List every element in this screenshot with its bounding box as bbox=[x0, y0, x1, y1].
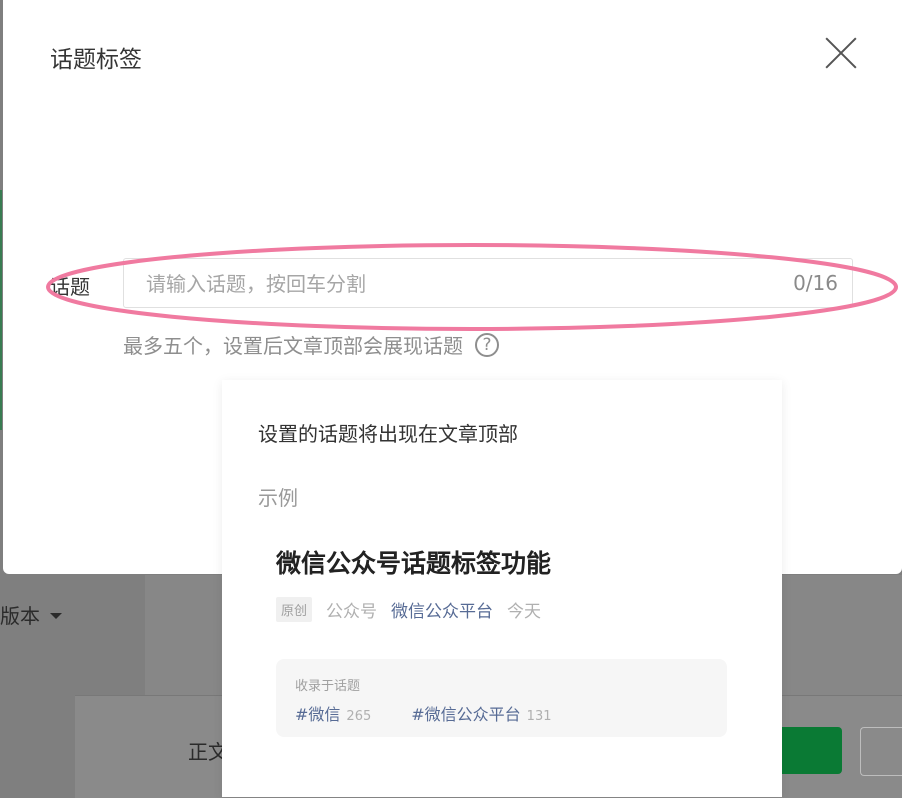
popover-title: 设置的话题将出现在文章顶部 bbox=[258, 422, 518, 446]
example-article-meta: 原创 公众号 微信公众平台 今天 bbox=[276, 597, 541, 622]
close-icon[interactable] bbox=[825, 37, 857, 69]
character-counter: 0/16 bbox=[793, 271, 838, 295]
background-accent-line bbox=[0, 190, 2, 430]
topic-example-popover: 设置的话题将出现在文章顶部 示例 微信公众号话题标签功能 原创 公众号 微信公众… bbox=[222, 380, 782, 797]
topic-field-label: 话题 bbox=[50, 275, 90, 299]
topic-input-box[interactable]: 0/16 bbox=[123, 258, 853, 309]
dialog-title: 话题标签 bbox=[50, 47, 142, 73]
secondary-action-button[interactable] bbox=[860, 727, 902, 776]
topic-input[interactable] bbox=[144, 259, 748, 309]
version-dropdown[interactable]: 版本 bbox=[0, 600, 62, 629]
topic-tag-count: 265 bbox=[346, 709, 372, 724]
version-label: 版本 bbox=[0, 604, 40, 628]
help-icon[interactable]: ? bbox=[475, 332, 499, 357]
original-badge: 原创 bbox=[276, 597, 313, 622]
account-name: 微信公众平台 bbox=[391, 602, 494, 622]
topic-collection-box: 收录于话题 #微信 265 #微信公众平台 131 bbox=[276, 659, 727, 737]
hint-text: 最多五个，设置后文章顶部会展现话题 bbox=[123, 334, 463, 358]
example-label: 示例 bbox=[258, 486, 298, 510]
topic-tag: #微信 265 bbox=[295, 701, 371, 725]
topic-tag-list: #微信 265 #微信公众平台 131 bbox=[295, 701, 552, 725]
topic-tag: #微信公众平台 131 bbox=[411, 701, 551, 725]
topic-hint: 最多五个，设置后文章顶部会展现话题 ? bbox=[123, 330, 499, 359]
topic-tag-name: #微信公众平台 bbox=[411, 705, 521, 724]
topic-box-label: 收录于话题 bbox=[295, 679, 361, 694]
topic-tag-count: 131 bbox=[526, 709, 552, 724]
account-type: 公众号 bbox=[326, 602, 378, 622]
example-article-title: 微信公众号话题标签功能 bbox=[276, 549, 552, 578]
publish-date: 今天 bbox=[507, 602, 542, 622]
primary-action-button[interactable] bbox=[772, 727, 842, 774]
topic-tag-name: #微信 bbox=[295, 705, 341, 724]
chevron-down-icon bbox=[50, 612, 62, 619]
